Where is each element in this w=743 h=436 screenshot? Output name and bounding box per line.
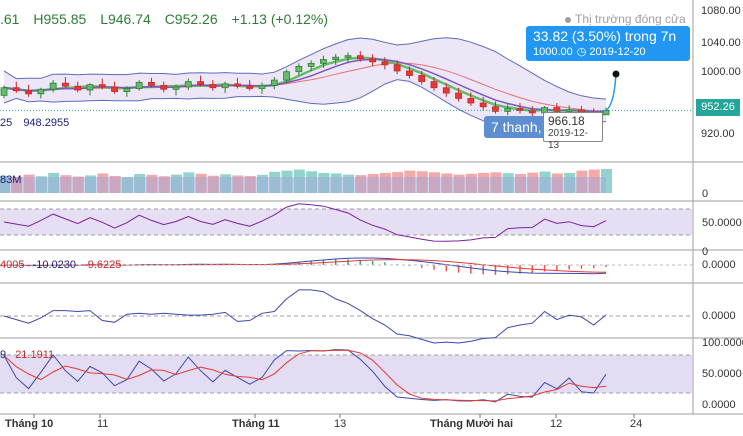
x-axis-label: Tháng 10 bbox=[5, 418, 54, 430]
candle-body bbox=[320, 59, 327, 64]
candle-body bbox=[307, 62, 315, 67]
low-point-date: 2019-12-13 bbox=[548, 128, 589, 151]
x-axis-label: Tháng Mười hai bbox=[430, 418, 514, 430]
projection-arrow bbox=[605, 73, 617, 112]
candle-body bbox=[135, 81, 143, 89]
status-dot-icon bbox=[565, 16, 571, 23]
candle-body bbox=[209, 84, 217, 89]
candle-body bbox=[98, 84, 106, 88]
candle-body bbox=[0, 87, 8, 96]
projection-point bbox=[612, 70, 620, 78]
candle-body bbox=[442, 87, 450, 94]
candle-body bbox=[356, 55, 364, 60]
stoch-axis-label: 0.0000 bbox=[702, 399, 736, 411]
momentum-axis-label: 0.0000 bbox=[702, 310, 736, 322]
volume-ma-band bbox=[0, 177, 606, 193]
price-range-measure-callout[interactable]: 33.82 (3.50%) trong 7n 1000.00 ◷ 2019-12-2… bbox=[526, 26, 690, 61]
bollinger-band-fill bbox=[4, 37, 606, 128]
candle-body bbox=[332, 56, 340, 60]
candle-body bbox=[148, 81, 155, 86]
candle-body bbox=[418, 75, 426, 83]
current-price-tag: 952.26 bbox=[696, 99, 740, 116]
candle-body bbox=[467, 98, 475, 104]
candle-body bbox=[12, 87, 20, 92]
candle-body bbox=[369, 58, 376, 63]
change-value: +1.13 (+0.12%) bbox=[231, 11, 329, 27]
candle-body bbox=[246, 85, 254, 89]
candle-body bbox=[184, 81, 192, 88]
stoch-axis-label: 100.0000 bbox=[702, 337, 743, 349]
measure-date: 2019-12-20 bbox=[589, 46, 646, 58]
candle-body bbox=[37, 88, 45, 95]
x-axis-label: 13 bbox=[334, 418, 347, 430]
low-point-value: 966.18 bbox=[548, 114, 585, 128]
low-value: L946.74 bbox=[100, 11, 151, 27]
rsi-axis-label: 0 bbox=[702, 246, 709, 258]
candle-body bbox=[62, 82, 69, 87]
candle-body bbox=[406, 70, 413, 76]
x-axis-label: Tháng 11 bbox=[232, 418, 280, 430]
macd-axis-label: 0.0000 bbox=[702, 259, 736, 271]
ohlc-legend: .61 H955.85 L946.74 C952.26 +1.13 (+0.12… bbox=[0, 11, 338, 27]
clock-icon: ◷ bbox=[576, 46, 587, 58]
measure-price: 1000.00 bbox=[533, 46, 573, 58]
price-axis-label: 1040.00 bbox=[701, 37, 741, 49]
volume-axis-label: 0 bbox=[702, 188, 709, 200]
price-axis-label: 920.00 bbox=[701, 128, 735, 140]
candle-body bbox=[528, 110, 536, 114]
candle-body bbox=[393, 64, 401, 72]
candle-body bbox=[74, 85, 82, 91]
candle-body bbox=[172, 86, 180, 90]
candle-body bbox=[504, 107, 512, 112]
candle-body bbox=[86, 84, 94, 91]
candle-body bbox=[258, 85, 266, 89]
candle-body bbox=[270, 79, 278, 86]
candle-body bbox=[123, 88, 131, 92]
bar-count-label[interactable]: 7 thanh, bbox=[484, 116, 549, 138]
candle-body bbox=[344, 55, 352, 58]
low-point-tooltip: 966.18 2019-12-13 bbox=[543, 112, 603, 151]
candle-body bbox=[160, 85, 168, 90]
candle-body bbox=[49, 82, 57, 90]
candle-body bbox=[221, 83, 229, 89]
price-axis-label: 1080.00 bbox=[701, 5, 741, 17]
stoch-axis-label: 50.0000 bbox=[702, 368, 742, 380]
market-status: Thị trường đóng cửa bbox=[565, 12, 686, 26]
candle-body bbox=[602, 110, 610, 116]
candle-body bbox=[25, 90, 32, 95]
stoch-values: 9 21.1911 bbox=[0, 349, 55, 361]
candle-body bbox=[111, 86, 118, 92]
candle-body bbox=[455, 92, 462, 99]
candle-body bbox=[234, 83, 241, 87]
stock-chart[interactable] bbox=[0, 0, 743, 436]
x-axis-label: 24 bbox=[630, 418, 643, 430]
bollinger-values: 25 948.2955 bbox=[0, 117, 70, 129]
macd-values: 4005 -10.0230 -9.6225 bbox=[0, 259, 122, 271]
open-value: .61 bbox=[0, 11, 20, 27]
price-axis-label: 1000.00 bbox=[701, 66, 741, 78]
candle-body bbox=[197, 81, 204, 86]
candle-body bbox=[295, 65, 303, 73]
volume-value: 83M bbox=[0, 174, 22, 186]
rsi-axis-label: 50.0000 bbox=[702, 217, 742, 229]
candle-body bbox=[430, 81, 438, 89]
x-axis-label: 11 bbox=[97, 418, 109, 430]
x-axis-label: 12 bbox=[550, 418, 563, 430]
measure-change: 33.82 (3.50%) trong 7n bbox=[533, 28, 677, 44]
candle-body bbox=[479, 102, 487, 108]
candle-body bbox=[381, 61, 389, 66]
high-value: H955.85 bbox=[33, 11, 87, 27]
candle-body bbox=[283, 71, 290, 81]
close-value: C952.26 bbox=[164, 11, 218, 27]
